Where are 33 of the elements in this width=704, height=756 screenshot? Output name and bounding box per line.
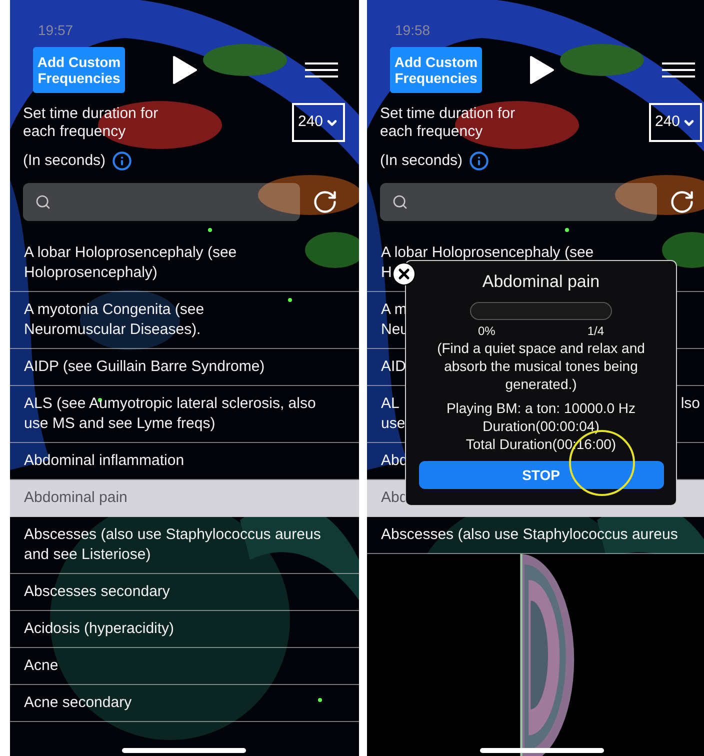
menu-icon[interactable] [305,62,338,78]
item-label: A myotonia Congenita (see [24,300,204,320]
search-icon [35,194,51,210]
item-label: ALS (see Aumyotropic lateral sclerosis, also [24,394,316,414]
refresh-icon[interactable] [312,189,338,215]
item-label: Abdominal pain [24,488,128,508]
list-row[interactable]: AIDP (see Guillain Barre Syndrome) [10,349,359,386]
list-row[interactable]: Acidosis (hyperacidity) [10,611,359,648]
list-row[interactable]: ALS (see Aumyotropic lateral sclerosis, also use MS and see Lyme freqs) [10,386,359,443]
item-label: Abscesses (also use Staphylococcus aureus [24,525,321,545]
item-label: Neuromuscular Diseases). [24,320,201,340]
item-label: Acidosis (hyperacidity) [24,619,174,639]
item-label: Abdominal inflammation [24,451,184,471]
list-row[interactable]: A myotonia Congenita (see Neuromuscular Diseases). [10,292,359,349]
item-label: use MS and see Lyme freqs) [24,414,216,434]
list-row[interactable]: Acne [10,648,359,685]
item-label: and see Listeriose) [24,545,151,565]
item-label: Acne [24,656,58,676]
play-icon[interactable] [172,55,198,85]
info-icon[interactable] [112,151,132,171]
item-label: AIDP (see Guillain Barre Syndrome) [24,357,265,377]
list-row[interactable]: Abscesses (also use Staphylococcus aureus and see Listeriose) [10,517,359,574]
search-field[interactable] [23,183,300,221]
item-label: Abscesses secondary [24,582,170,602]
seconds-label: (In seconds) [23,152,106,170]
list-row[interactable]: Acne secondary [10,685,359,722]
item-label: Acne secondary [24,693,132,713]
list-row[interactable]: Abscesses secondary [10,574,359,611]
item-label: A lobar Holoprosencephaly (see [24,243,237,263]
selected-list-row[interactable]: Abdominal pain [10,480,359,517]
item-label: Holoprosencephaly) [24,263,158,283]
status-time: 19:57 [38,22,74,38]
list-row[interactable]: A lobar Holoprosencephaly (see Holoprosencephaly) [10,235,359,292]
